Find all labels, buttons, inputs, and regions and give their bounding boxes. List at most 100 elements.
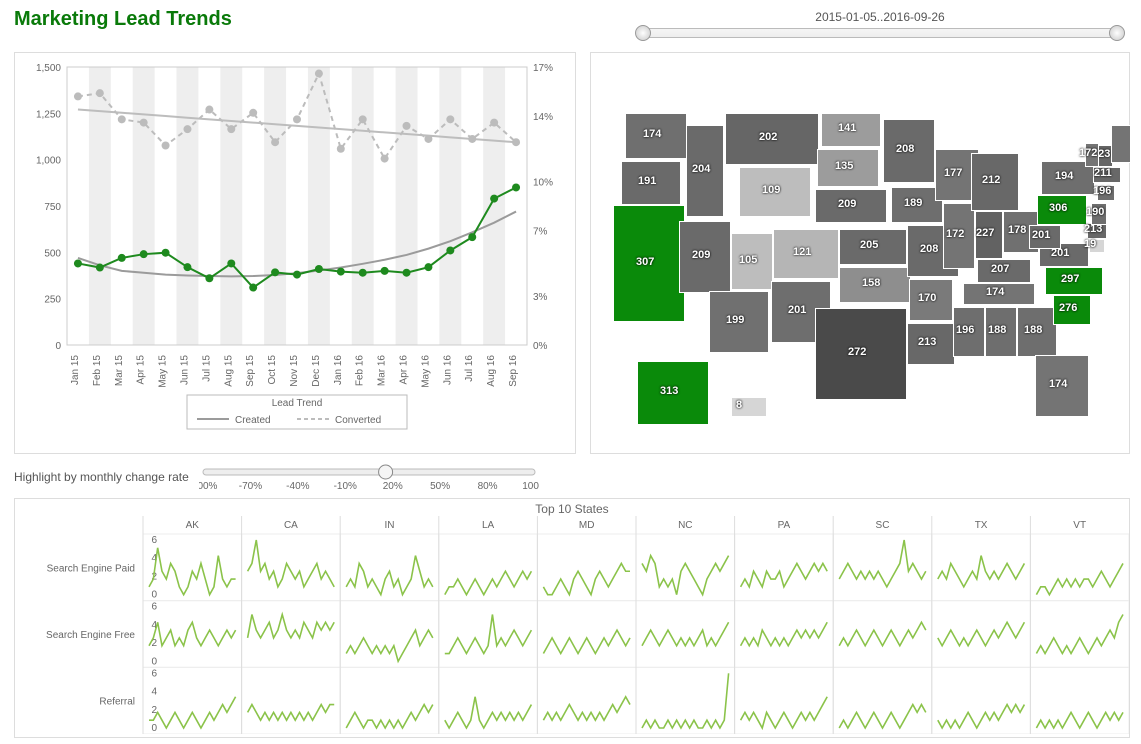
date-range-slider[interactable]: 2015-01-05..2016-09-26 (630, 8, 1130, 44)
state-HI[interactable] (731, 397, 767, 417)
svg-text:VT: VT (1073, 520, 1086, 531)
state-AK[interactable] (637, 361, 709, 425)
svg-text:SC: SC (876, 520, 890, 531)
state-WA[interactable] (625, 113, 687, 159)
svg-text:Jan 15: Jan 15 (70, 355, 81, 385)
sparkline-grid[interactable]: Top 10 States AKCAINLAMDNCPASCTXVTSearch… (14, 498, 1130, 738)
date-range-handle-max[interactable] (1109, 25, 1125, 41)
svg-text:-70%: -70% (239, 481, 262, 492)
state-ND[interactable] (821, 113, 881, 147)
state-OR[interactable] (621, 161, 681, 205)
state-FL[interactable] (1035, 355, 1089, 417)
svg-text:250: 250 (44, 295, 61, 306)
svg-text:Created: Created (235, 415, 271, 426)
state-KY[interactable] (977, 259, 1031, 283)
state-KS[interactable] (839, 229, 907, 265)
svg-text:17%: 17% (533, 63, 553, 74)
svg-text:50%: 50% (430, 481, 450, 492)
state-MA[interactable] (1093, 167, 1121, 183)
state-TN[interactable] (963, 283, 1035, 305)
svg-text:Search Engine Free: Search Engine Free (46, 630, 135, 641)
state-NE[interactable] (815, 189, 887, 223)
svg-text:0: 0 (55, 341, 61, 352)
state-NC[interactable] (1045, 267, 1103, 295)
svg-text:14%: 14% (533, 112, 553, 123)
state-ID[interactable] (686, 125, 724, 217)
state-VT[interactable] (1085, 143, 1099, 167)
state-ME[interactable] (1111, 125, 1131, 163)
svg-text:Sep 16: Sep 16 (508, 355, 519, 387)
state-GA[interactable] (1017, 307, 1057, 357)
svg-text:0: 0 (151, 656, 157, 667)
svg-text:Jan 16: Jan 16 (333, 355, 344, 385)
svg-text:Jul 16: Jul 16 (464, 355, 475, 382)
svg-text:Mar 16: Mar 16 (377, 355, 388, 387)
svg-text:0: 0 (151, 723, 157, 734)
svg-text:1,250: 1,250 (36, 109, 61, 120)
svg-text:Feb 16: Feb 16 (355, 355, 366, 387)
state-SC[interactable] (1053, 295, 1091, 325)
svg-text:Nov 15: Nov 15 (289, 355, 300, 387)
state-NJ[interactable] (1091, 203, 1107, 225)
highlight-slider[interactable]: -100%-70%-40%-10%20%50%80%100% (199, 461, 539, 493)
state-MS[interactable] (953, 307, 985, 357)
state-NV[interactable] (679, 221, 731, 293)
svg-text:Jul 15: Jul 15 (201, 355, 212, 382)
svg-text:CA: CA (284, 520, 298, 531)
state-IL[interactable] (943, 203, 975, 269)
state-MD[interactable] (1087, 223, 1107, 239)
state-AR[interactable] (909, 279, 953, 321)
sparkline-title: Top 10 States (15, 499, 1129, 516)
svg-text:Feb 15: Feb 15 (92, 355, 103, 387)
svg-text:Lead Trend: Lead Trend (272, 398, 323, 409)
svg-text:Oct 15: Oct 15 (267, 355, 278, 385)
svg-text:-100%: -100% (199, 481, 218, 492)
svg-text:-10%: -10% (333, 481, 356, 492)
svg-text:LA: LA (482, 520, 495, 531)
svg-text:750: 750 (44, 202, 61, 213)
lead-trend-chart[interactable]: 02505007501,0001,2501,5000%3%7%10%14%17%… (14, 52, 576, 454)
svg-text:May 15: May 15 (158, 355, 169, 388)
date-range-label: 2015-01-05..2016-09-26 (630, 10, 1130, 24)
state-DE[interactable] (1089, 239, 1105, 253)
state-LA[interactable] (907, 323, 955, 365)
svg-text:1,000: 1,000 (36, 156, 61, 167)
svg-text:Converted: Converted (335, 415, 381, 426)
state-CT[interactable] (1097, 185, 1115, 201)
state-PA[interactable] (1037, 195, 1087, 225)
state-SD[interactable] (817, 149, 879, 187)
svg-text:1,500: 1,500 (36, 63, 61, 74)
state-AL[interactable] (985, 307, 1017, 357)
state-CO[interactable] (773, 229, 839, 279)
svg-text:Mar 15: Mar 15 (114, 355, 125, 387)
svg-text:100%: 100% (522, 481, 539, 492)
svg-text:7%: 7% (533, 227, 548, 238)
state-MN[interactable] (883, 119, 935, 183)
svg-text:Aug 15: Aug 15 (223, 355, 234, 387)
state-IN[interactable] (975, 211, 1003, 259)
svg-text:6: 6 (151, 602, 157, 613)
svg-text:-40%: -40% (286, 481, 309, 492)
state-WY[interactable] (739, 167, 811, 217)
svg-text:Jun 15: Jun 15 (179, 355, 190, 385)
svg-text:Search Engine Paid: Search Engine Paid (47, 563, 135, 574)
date-range-handle-min[interactable] (635, 25, 651, 41)
state-CA[interactable] (613, 205, 685, 322)
svg-text:Aug 16: Aug 16 (486, 355, 497, 387)
state-WV[interactable] (1029, 225, 1061, 249)
svg-text:MD: MD (579, 520, 595, 531)
svg-text:0: 0 (151, 590, 157, 601)
svg-text:Dec 15: Dec 15 (311, 355, 322, 387)
state-AZ[interactable] (709, 291, 769, 353)
state-MI[interactable] (971, 153, 1019, 211)
svg-text:4: 4 (151, 687, 157, 698)
svg-text:3%: 3% (533, 292, 548, 303)
us-map[interactable]: 1741913072042091051992021091212012721411… (590, 52, 1130, 454)
state-UT[interactable] (731, 233, 773, 290)
svg-text:10%: 10% (533, 177, 553, 188)
state-OK[interactable] (839, 267, 911, 303)
state-MT[interactable] (725, 113, 819, 165)
svg-text:80%: 80% (477, 481, 497, 492)
svg-text:NC: NC (678, 520, 692, 531)
state-TX[interactable] (815, 308, 907, 400)
